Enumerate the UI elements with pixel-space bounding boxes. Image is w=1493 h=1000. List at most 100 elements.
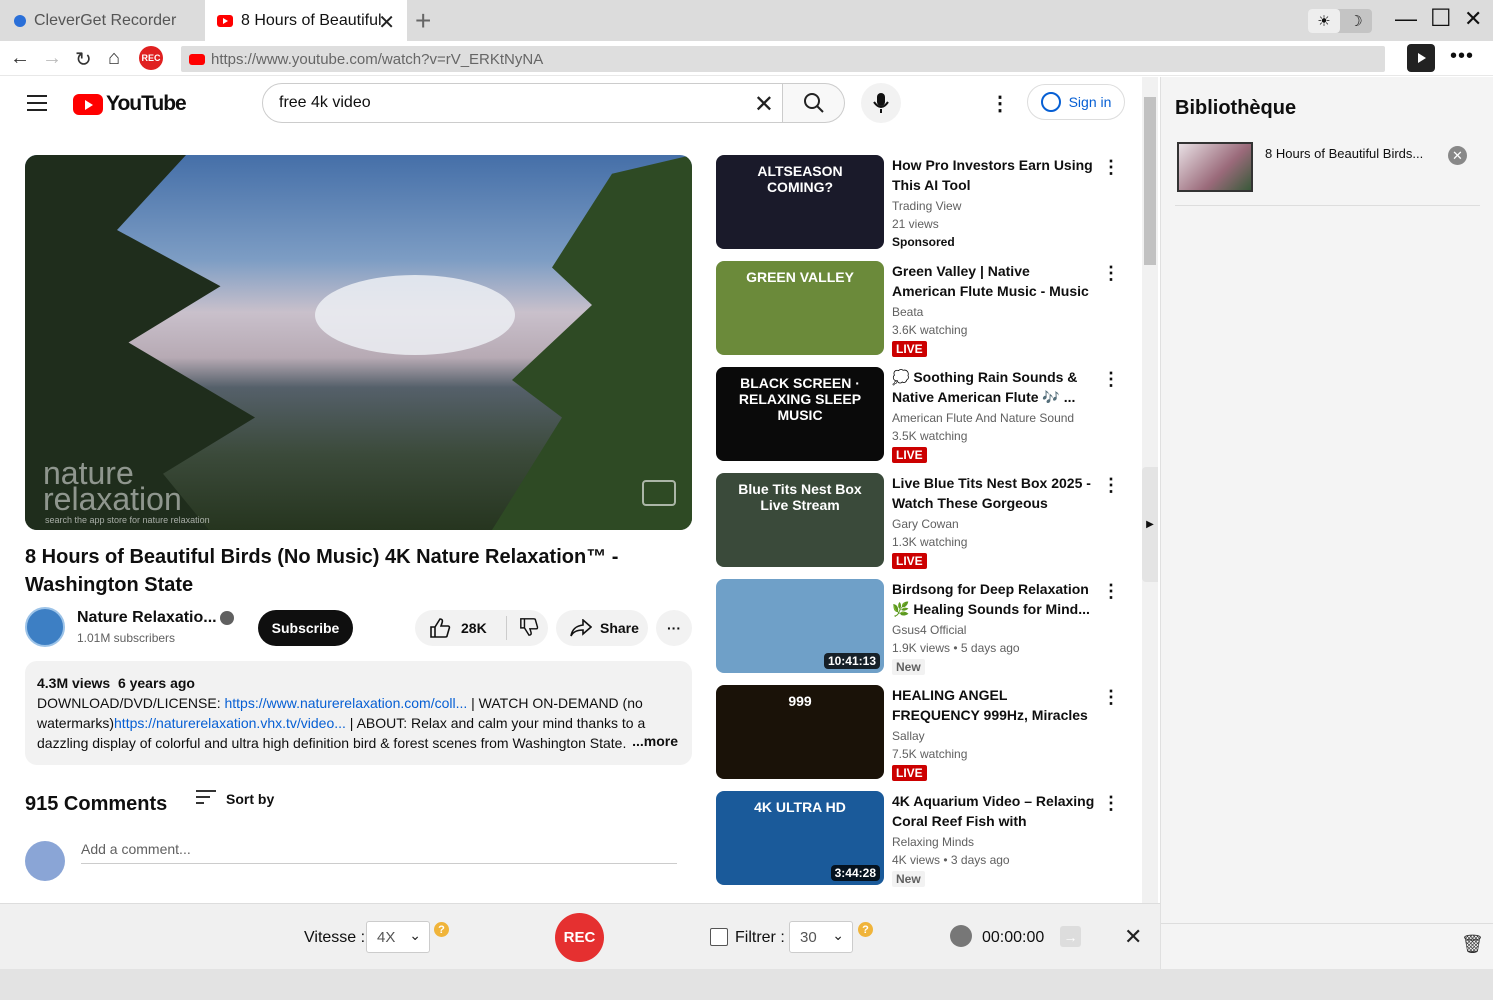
related-video-channel[interactable]: Gsus4 Official <box>892 623 966 637</box>
minimize-icon[interactable]: — <box>1395 6 1417 32</box>
video-duration: 10:41:13 <box>823 653 880 669</box>
related-video-channel[interactable]: Trading View <box>892 199 961 213</box>
rec-badge-icon[interactable]: REC <box>139 46 163 70</box>
related-video-title[interactable]: Green Valley | Native American Flute Mus… <box>892 261 1096 301</box>
tab-cleverget-recorder[interactable]: CleverGet Recorder <box>0 0 205 41</box>
filter-checkbox[interactable] <box>710 928 728 946</box>
window-close-icon[interactable]: ✕ <box>1464 6 1482 32</box>
related-video-menu-icon[interactable]: ⋮ <box>1102 687 1120 708</box>
related-video-channel[interactable]: Relaxing Minds <box>892 835 974 849</box>
filter-select[interactable]: 30 ⌄ <box>789 921 853 953</box>
clear-search-icon[interactable]: ✕ <box>754 90 774 119</box>
collapse-sidebar-icon[interactable]: ▶ <box>1142 467 1158 582</box>
related-video-title[interactable]: Live Blue Tits Nest Box 2025 - Watch The… <box>892 473 1096 513</box>
url-field[interactable]: https://www.youtube.com/watch?v=rV_ERKtN… <box>181 46 1385 72</box>
related-video-item[interactable]: Blue Tits Nest Box Live Stream Live Blue… <box>716 473 1126 569</box>
tab-youtube-video[interactable]: 8 Hours of Beautiful Birds ✕ <box>205 0 407 41</box>
related-video-title[interactable]: Birdsong for Deep Relaxation 🌿 Healing S… <box>892 579 1096 619</box>
related-video-stats: 3.6K watching <box>892 323 968 337</box>
video-thumbnail[interactable]: 4K ULTRA HD 3:44:28 <box>716 791 884 885</box>
video-thumbnail[interactable]: GREEN VALLEY <box>716 261 884 355</box>
comment-input[interactable]: Add a comment... <box>81 841 677 864</box>
reload-icon[interactable]: ↻ <box>75 47 92 72</box>
channel-name[interactable]: Nature Relaxatio... <box>77 609 217 627</box>
channel-avatar[interactable] <box>25 607 65 647</box>
menu-icon[interactable] <box>27 95 47 116</box>
comments-count: 915 Comments <box>25 793 168 815</box>
dislike-button[interactable] <box>507 617 539 640</box>
youtube-logo-text: YouTube <box>106 92 187 115</box>
video-thumbnail[interactable]: 999 <box>716 685 884 779</box>
library-item-thumbnail[interactable] <box>1177 142 1253 192</box>
related-video-item[interactable]: 10:41:13 Birdsong for Deep Relaxation 🌿 … <box>716 579 1126 675</box>
related-video-badge: LIVE <box>892 553 927 569</box>
new-tab-icon[interactable]: + <box>415 5 431 37</box>
description-more-link[interactable]: ...more <box>628 731 678 751</box>
forward-icon[interactable]: → <box>42 47 62 70</box>
share-button[interactable]: Share <box>556 610 648 646</box>
close-recorder-icon[interactable]: ✕ <box>1124 924 1142 950</box>
subscribe-button[interactable]: Subscribe <box>258 610 353 646</box>
related-video-title[interactable]: How Pro Investors Earn Using This AI Too… <box>892 155 1096 195</box>
related-video-badge: New <box>892 871 925 887</box>
sign-in-button[interactable]: Sign in <box>1027 84 1125 120</box>
license-link[interactable]: https://www.naturerelaxation.com/coll... <box>224 695 467 711</box>
browser-menu-icon[interactable]: ••• <box>1450 45 1474 68</box>
sort-icon <box>196 790 216 808</box>
related-video-item[interactable]: 4K ULTRA HD 3:44:28 4K Aquarium Video – … <box>716 791 1126 887</box>
related-video-menu-icon[interactable]: ⋮ <box>1102 475 1120 496</box>
trash-icon[interactable]: 🗑 <box>1461 934 1484 955</box>
related-video-item[interactable]: BLACK SCREEN · RELAXING SLEEP MUSIC 💭 So… <box>716 367 1126 463</box>
more-actions-button[interactable]: ··· <box>656 610 692 646</box>
remove-item-icon[interactable]: ✕ <box>1448 146 1467 165</box>
related-video-item[interactable]: GREEN VALLEY Green Valley | Native Ameri… <box>716 261 1126 357</box>
library-item[interactable]: 8 Hours of Beautiful Birds... ✕ <box>1175 140 1480 206</box>
settings-menu-icon[interactable]: ⋮ <box>990 91 1010 116</box>
related-video-menu-icon[interactable]: ⋮ <box>1102 263 1120 284</box>
sort-comments-button[interactable]: Sort by <box>196 790 274 808</box>
video-thumbnail[interactable]: 10:41:13 <box>716 579 884 673</box>
description-box[interactable]: 4.3M views 6 years ago DOWNLOAD/DVD/LICE… <box>25 661 692 765</box>
status-bar <box>0 969 1493 1000</box>
related-video-title[interactable]: 💭 Soothing Rain Sounds & Native American… <box>892 367 1096 407</box>
video-thumbnail[interactable]: Blue Tits Nest Box Live Stream <box>716 473 884 567</box>
related-video-menu-icon[interactable]: ⋮ <box>1102 793 1120 814</box>
moon-icon[interactable]: ☽ <box>1340 9 1372 33</box>
speed-select[interactable]: 4X ⌄ <box>366 921 430 953</box>
search-button[interactable] <box>783 83 845 123</box>
maximize-icon[interactable]: ☐ <box>1430 4 1452 33</box>
voice-search-button[interactable] <box>861 83 901 123</box>
search-input[interactable]: free 4k video ✕ <box>262 83 783 123</box>
home-icon[interactable]: ⌂ <box>108 47 120 70</box>
back-icon[interactable]: ← <box>10 47 30 70</box>
speed-help-icon[interactable]: ? <box>434 922 449 937</box>
theme-toggle[interactable]: ☀ ☽ <box>1308 9 1372 33</box>
channel-watermark-icon[interactable] <box>642 480 676 506</box>
related-video-channel[interactable]: Gary Cowan <box>892 517 959 531</box>
like-button[interactable]: 28K <box>415 616 507 640</box>
vhx-link[interactable]: https://naturerelaxation.vhx.tv/video... <box>114 715 346 731</box>
related-video-item[interactable]: ALTSEASON COMING? How Pro Investors Earn… <box>716 155 1126 251</box>
sun-icon[interactable]: ☀ <box>1308 9 1340 33</box>
video-player[interactable]: nature relaxation search the app store f… <box>25 155 692 530</box>
related-video-title[interactable]: HEALING ANGEL FREQUENCY 999Hz, Miracles … <box>892 685 1096 725</box>
related-video-channel[interactable]: Beata <box>892 305 923 319</box>
youtube-logo[interactable]: YouTube <box>73 92 187 116</box>
rec-button[interactable]: REC <box>555 913 604 962</box>
related-video-menu-icon[interactable]: ⋮ <box>1102 581 1120 602</box>
related-video-channel[interactable]: Sallay <box>892 729 925 743</box>
video-thumbnail[interactable]: BLACK SCREEN · RELAXING SLEEP MUSIC <box>716 367 884 461</box>
export-arrow-icon[interactable]: → <box>1060 926 1081 947</box>
search-value: free 4k video <box>279 94 371 111</box>
related-video-menu-icon[interactable]: ⋮ <box>1102 369 1120 390</box>
related-video-channel[interactable]: American Flute And Nature Sound <box>892 411 1074 425</box>
scrollbar-thumb[interactable] <box>1144 97 1156 265</box>
url-text: https://www.youtube.com/watch?v=rV_ERKtN… <box>211 50 544 68</box>
related-video-item[interactable]: 999 HEALING ANGEL FREQUENCY 999Hz, Mirac… <box>716 685 1126 781</box>
library-toggle-icon[interactable] <box>1407 44 1435 72</box>
related-video-title[interactable]: 4K Aquarium Video – Relaxing Coral Reef … <box>892 791 1096 831</box>
related-video-menu-icon[interactable]: ⋮ <box>1102 157 1120 178</box>
video-thumbnail[interactable]: ALTSEASON COMING? <box>716 155 884 249</box>
close-tab-icon[interactable]: ✕ <box>378 10 395 35</box>
filter-help-icon[interactable]: ? <box>858 922 873 937</box>
